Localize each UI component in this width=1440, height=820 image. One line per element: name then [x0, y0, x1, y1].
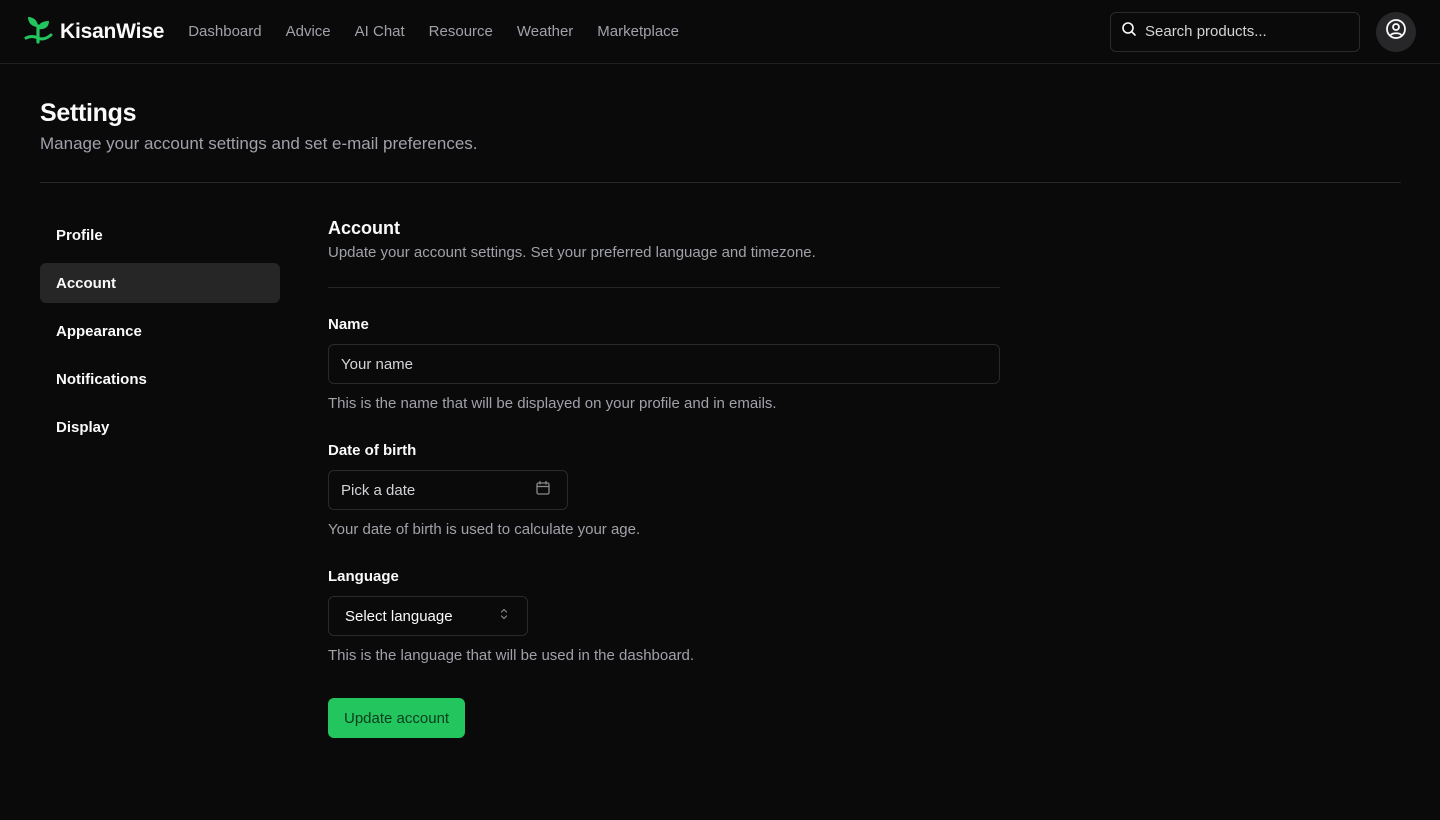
nav-advice[interactable]: Advice	[274, 22, 343, 42]
name-label: Name	[328, 316, 369, 333]
name-input[interactable]	[328, 344, 1000, 384]
page-subtitle: Manage your account settings and set e-m…	[40, 134, 478, 153]
nav-ai-chat[interactable]: AI Chat	[343, 22, 417, 42]
dob-help-text: Your date of birth is used to calculate …	[328, 521, 641, 538]
user-circle-icon	[1385, 18, 1407, 45]
section-description: Update your account settings. Set your p…	[328, 244, 816, 261]
search-box[interactable]	[1110, 11, 1360, 52]
sidebar-item-appearance[interactable]: Appearance	[40, 311, 280, 351]
brand[interactable]: KisanWise	[24, 14, 164, 49]
language-field-group: Language Select language This is the lan…	[328, 568, 1000, 666]
settings-page: Settings Manage your account settings an…	[0, 64, 1440, 738]
section-title: Account	[328, 218, 400, 238]
language-placeholder: Select language	[345, 607, 453, 625]
date-picker-button[interactable]: Pick a date	[328, 470, 568, 510]
language-label: Language	[328, 568, 399, 585]
settings-sidebar: Profile Account Appearance Notifications…	[40, 215, 280, 738]
settings-layout: Profile Account Appearance Notifications…	[40, 215, 1400, 738]
search-input[interactable]	[1145, 23, 1349, 40]
nav-dashboard[interactable]: Dashboard	[188, 22, 273, 42]
search-icon	[1121, 21, 1137, 42]
dob-field-group: Date of birth Pick a date Your date of b…	[328, 442, 1000, 540]
sidebar-item-display[interactable]: Display	[40, 407, 280, 447]
update-account-button[interactable]: Update account	[328, 698, 466, 738]
page-title: Settings	[40, 99, 137, 127]
nav-resource[interactable]: Resource	[417, 22, 505, 42]
nav-marketplace[interactable]: Marketplace	[585, 22, 691, 42]
sprout-logo-icon	[24, 14, 54, 49]
nav-weather[interactable]: Weather	[505, 22, 585, 42]
name-help-text: This is the name that will be displayed …	[328, 395, 777, 412]
sidebar-item-notifications[interactable]: Notifications	[40, 359, 280, 399]
account-form: Account Update your account settings. Se…	[328, 215, 1000, 738]
brand-name: KisanWise	[60, 19, 165, 43]
sidebar-item-account[interactable]: Account	[40, 263, 280, 303]
sidebar-item-profile[interactable]: Profile	[40, 215, 280, 255]
top-navbar: KisanWise Dashboard Advice AI Chat Resou…	[0, 0, 1440, 64]
dob-label: Date of birth	[328, 442, 417, 459]
language-help-text: This is the language that will be used i…	[328, 647, 695, 664]
page-divider	[40, 182, 1401, 183]
main-nav: Dashboard Advice AI Chat Resource Weathe…	[188, 22, 691, 42]
name-field-group: Name This is the name that will be displ…	[328, 316, 1000, 414]
section-divider	[328, 287, 1000, 288]
chevron-up-down-icon	[499, 607, 509, 625]
date-placeholder: Pick a date	[341, 481, 416, 499]
calendar-icon	[535, 480, 551, 500]
language-select[interactable]: Select language	[328, 596, 528, 636]
user-avatar-button[interactable]	[1376, 11, 1416, 52]
